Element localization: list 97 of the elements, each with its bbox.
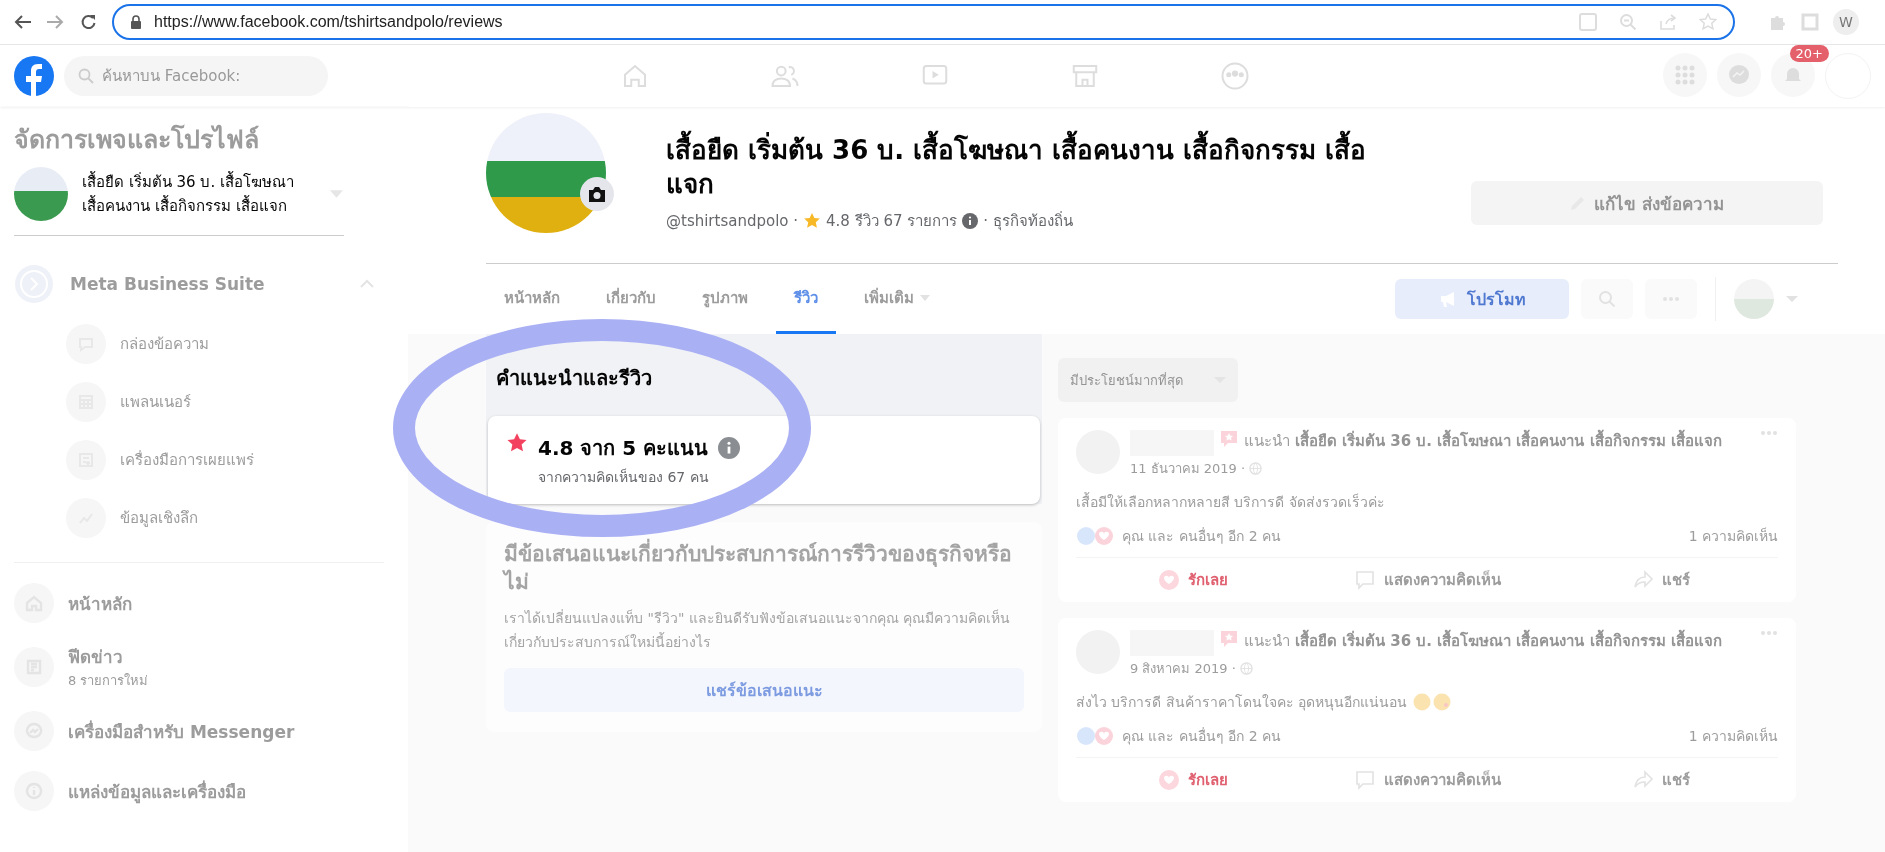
review-text: เสื้อมีให้เลือกหลากหลายสี บริการดี จัดส่งรวดเร็วค่ะ xyxy=(1076,491,1385,512)
sidebar-item[interactable]: แพลนเนอร์ xyxy=(120,390,191,414)
groups-icon[interactable] xyxy=(1220,61,1250,91)
reactions-count[interactable]: คุณ และ คนอื่นๆ อีก 2 คน xyxy=(1122,725,1282,747)
puzzle-icon[interactable] xyxy=(1769,13,1787,31)
info-icon[interactable] xyxy=(962,213,979,229)
page-tab[interactable]: หน้าหลัก xyxy=(486,264,578,334)
back-icon[interactable] xyxy=(14,14,32,30)
recommend-flag-icon xyxy=(1220,430,1238,448)
promote-button[interactable]: โปรโมท xyxy=(1395,279,1569,319)
page-tab[interactable]: รูปภาพ xyxy=(684,264,766,334)
messenger-icon xyxy=(1728,64,1750,86)
post-date[interactable]: 11 ธันวาคม 2019 · xyxy=(1130,458,1246,479)
caret-icon[interactable] xyxy=(1786,295,1798,303)
grid-icon xyxy=(1673,63,1697,87)
comment-icon xyxy=(1353,569,1376,591)
search-button[interactable] xyxy=(1581,279,1633,319)
share-icon[interactable] xyxy=(1659,13,1677,31)
account-avatar[interactable] xyxy=(1825,53,1871,99)
messenger-button[interactable] xyxy=(1717,53,1761,97)
info-icon xyxy=(14,771,54,811)
sidebar-item[interactable]: เครื่องมือการเผยแพร่ xyxy=(120,448,254,472)
sidebar-item[interactable]: กล่องข้อความ xyxy=(120,332,209,356)
sidebar-item[interactable]: เครื่องมือสำหรับ Messenger xyxy=(68,717,295,745)
side-panel-icon[interactable] xyxy=(1801,13,1819,31)
post-date[interactable]: 9 สิงหาคม 2019 · xyxy=(1130,658,1236,679)
search-icon xyxy=(78,68,94,84)
page-handle: @tshirtsandpolo · xyxy=(666,212,799,230)
home-icon xyxy=(14,583,54,623)
info-icon[interactable] xyxy=(718,437,741,459)
star-icon xyxy=(506,432,528,454)
page-category: · ธุรกิจท้องถิ่น xyxy=(983,210,1073,233)
page-name[interactable]: เสื้อยืด เริ่มต้น 36 บ. เสื้อโฆษณา เสื้อคนงาน เสื้อกิจกรรม เสื้อแจก xyxy=(82,170,316,218)
caret-icon[interactable] xyxy=(329,189,344,199)
search-field[interactable]: ค้นหาบน Facebook: xyxy=(64,56,328,96)
sidebar-title: จัดการเพจและโปรไฟล์ xyxy=(14,123,260,156)
recommendation-text: แนะนำ เสื้อยืด เริ่มต้น 36 บ. เสื้อโฆษณา เสื้อคนงาน เสื้อกิจกรรม เสื้อแจก xyxy=(1244,630,1722,652)
sidebar-item[interactable]: แหล่งข้อมูลและเครื่องมือ xyxy=(68,777,246,805)
more-icon xyxy=(1662,296,1680,302)
reviews-heading: คำแนะนำและรีวิว xyxy=(496,365,653,392)
comment-button[interactable]: แสดงความคิดเห็น xyxy=(1310,758,1544,802)
edit-send-message-button[interactable]: แก้ไข ส่งข้อความ xyxy=(1471,181,1823,225)
sidebar-item[interactable]: หน้าหลัก xyxy=(68,589,132,617)
address-bar[interactable]: https://www.facebook.com/tshirtsandpolo/reviews xyxy=(112,4,1735,40)
feedback-text: เราได้เปลี่ยนแปลงแท็บ "รีวิว" และยินดีรับฟังข้อเสนอแนะจากคุณ คุณมีความคิดเห็นเกี่ยวกับประสบการณ์ใหม่นี้อย่างไร xyxy=(504,608,1012,652)
browser-profile-button[interactable]: W xyxy=(1833,9,1859,35)
page-tab[interactable]: เกี่ยวกับ xyxy=(588,264,674,334)
like-love-reactions-icon xyxy=(1076,726,1116,746)
recommendation-text: แนะนำ เสื้อยืด เริ่มต้น 36 บ. เสื้อโฆษณา เสื้อคนงาน เสื้อกิจกรรม เสื้อแจก xyxy=(1244,430,1722,452)
like-love-reactions-icon xyxy=(1076,526,1116,546)
star-icon[interactable] xyxy=(1699,13,1717,31)
more-icon[interactable] xyxy=(1760,430,1778,436)
recommend-flag-icon xyxy=(1220,630,1238,648)
lock-icon xyxy=(130,15,142,29)
caret-icon xyxy=(920,293,930,302)
rating-score: 4.8 จาก 5 คะแนน xyxy=(538,435,709,462)
page-thumbnail-placeholder xyxy=(14,167,68,221)
reactions-count[interactable]: คุณ และ คนอื่นๆ อีก 2 คน xyxy=(1122,525,1282,547)
page-avatar-placeholder[interactable] xyxy=(1734,279,1774,319)
share-button[interactable]: แชร์ xyxy=(1544,758,1778,802)
feed-icon xyxy=(14,647,54,687)
sort-dropdown[interactable]: มีประโยชน์มากที่สุด xyxy=(1058,358,1238,402)
camera-button[interactable] xyxy=(580,177,614,211)
comments-count[interactable]: 1 ความคิดเห็น xyxy=(1688,525,1778,547)
love-button[interactable]: รักเลย xyxy=(1076,558,1310,602)
sidebar-item[interactable]: ฟีดข่าว xyxy=(68,643,149,670)
search-icon xyxy=(1598,290,1616,308)
messenger-icon xyxy=(14,711,54,751)
camera-icon xyxy=(587,185,607,203)
page-tab[interactable]: เพิ่มเติม xyxy=(846,264,948,334)
zoom-out-icon[interactable] xyxy=(1619,13,1637,31)
page-rating[interactable]: 4.8 รีวิว 67 รายการ xyxy=(826,209,958,233)
feedback-title: มีข้อเสนอแนะเกี่ยวกับประสบการณ์การรีวิวของธุรกิจหรือไม่ xyxy=(504,540,1024,596)
forward-icon[interactable] xyxy=(46,14,64,30)
facebook-logo-icon[interactable] xyxy=(14,56,54,96)
url-text: https://www.facebook.com/tshirtsandpolo/reviews xyxy=(154,13,504,31)
more-icon[interactable] xyxy=(1760,630,1778,636)
review-text: ส่งไว บริการดี สินค้าราคาโดนใจคะ อุดหนุนอีกแน่นอน xyxy=(1076,693,1408,713)
new-items-count: 8 รายการใหม่ xyxy=(68,672,149,690)
collapse-caret-icon[interactable] xyxy=(360,279,374,289)
share-feedback-button[interactable]: แชร์ข้อเสนอแนะ xyxy=(504,668,1024,712)
love-button[interactable]: รักเลย xyxy=(1076,758,1310,802)
share-icon xyxy=(1632,569,1654,591)
share-button[interactable]: แชร์ xyxy=(1544,558,1778,602)
review-count: จากความคิดเห็นของ 67 คน xyxy=(538,467,710,487)
notification-badge: 20+ xyxy=(1789,45,1829,62)
comment-button[interactable]: แสดงความคิดเห็น xyxy=(1310,558,1544,602)
meta-business-suite-label[interactable]: Meta Business Suite xyxy=(70,274,344,294)
globe-icon xyxy=(1239,662,1253,675)
comments-count[interactable]: 1 ความคิดเห็น xyxy=(1688,725,1778,747)
share-icon xyxy=(1632,769,1654,791)
globe-icon xyxy=(1249,462,1263,475)
menu-button[interactable] xyxy=(1663,53,1707,97)
more-button[interactable] xyxy=(1645,279,1697,319)
star-icon xyxy=(803,212,822,230)
comment-icon xyxy=(1353,769,1376,791)
sidebar-item[interactable]: ข้อมูลเชิงลึก xyxy=(120,506,198,530)
